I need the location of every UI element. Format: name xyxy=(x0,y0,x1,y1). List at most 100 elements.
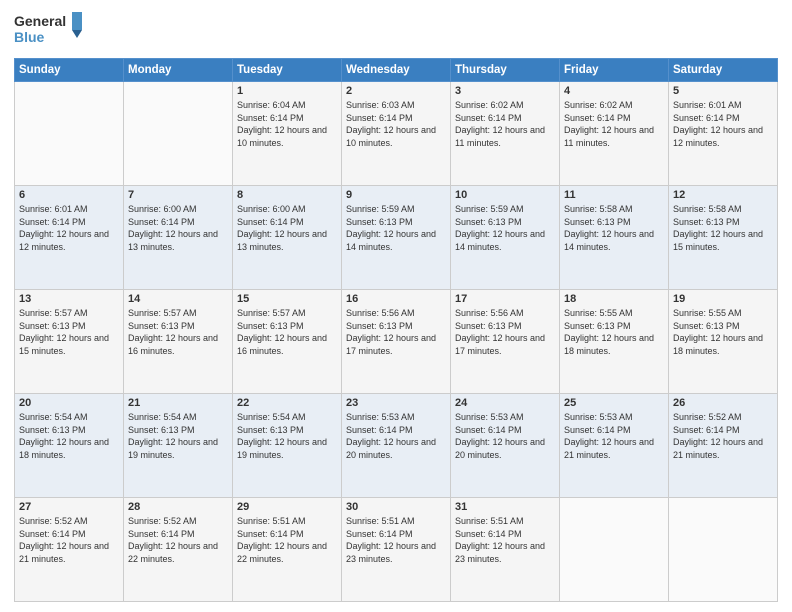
calendar-row-0: 1Sunrise: 6:04 AMSunset: 6:14 PMDaylight… xyxy=(15,82,778,186)
day-info: Sunrise: 5:57 AMSunset: 6:13 PMDaylight:… xyxy=(128,307,228,357)
calendar-cell: 24 Sunrise: 5:53 AMSunset: 6:14 PMDayligh… xyxy=(451,394,560,498)
weekday-header-sunday: Sunday xyxy=(15,59,124,82)
day-info: Sunrise: 5:51 AMSunset: 6:14 PMDaylight:… xyxy=(237,515,337,565)
calendar-cell: 7 Sunrise: 6:00 AMSunset: 6:14 PMDaylight… xyxy=(124,186,233,290)
calendar-cell: 23 Sunrise: 5:53 AMSunset: 6:14 PMDayligh… xyxy=(342,394,451,498)
day-number: 19 xyxy=(673,293,773,305)
calendar-cell: 3 Sunrise: 6:02 AMSunset: 6:14 PMDaylight… xyxy=(451,82,560,186)
calendar-cell xyxy=(15,82,124,186)
calendar-row-2: 13 Sunrise: 5:57 AMSunset: 6:13 PMDayligh… xyxy=(15,290,778,394)
weekday-header-friday: Friday xyxy=(560,59,669,82)
calendar-cell xyxy=(669,498,778,602)
day-number: 30 xyxy=(346,501,446,513)
calendar-cell: 6Sunrise: 6:01 AMSunset: 6:14 PMDaylight… xyxy=(15,186,124,290)
day-info: Sunrise: 5:58 AMSunset: 6:13 PMDaylight:… xyxy=(673,203,773,253)
calendar-cell: 14 Sunrise: 5:57 AMSunset: 6:13 PMDayligh… xyxy=(124,290,233,394)
day-info: Sunrise: 5:53 AMSunset: 6:14 PMDaylight:… xyxy=(564,411,664,461)
calendar-row-4: 27 Sunrise: 5:52 AMSunset: 6:14 PMDayligh… xyxy=(15,498,778,602)
day-info: Sunrise: 5:54 AMSunset: 6:13 PMDaylight:… xyxy=(19,411,119,461)
day-info: Sunrise: 5:59 AMSunset: 6:13 PMDaylight:… xyxy=(455,203,555,253)
day-info: Sunrise: 6:02 AMSunset: 6:14 PMDaylight:… xyxy=(455,99,555,149)
calendar-cell: 19 Sunrise: 5:55 AMSunset: 6:13 PMDayligh… xyxy=(669,290,778,394)
general-blue-logo: General Blue xyxy=(14,10,84,50)
day-number: 1 xyxy=(237,85,337,97)
day-info: Sunrise: 5:54 AMSunset: 6:13 PMDaylight:… xyxy=(128,411,228,461)
day-info: Sunrise: 5:52 AMSunset: 6:14 PMDaylight:… xyxy=(19,515,119,565)
logo-area: General Blue xyxy=(14,10,84,50)
calendar-cell: 26 Sunrise: 5:52 AMSunset: 6:14 PMDayligh… xyxy=(669,394,778,498)
weekday-header-thursday: Thursday xyxy=(451,59,560,82)
day-info: Sunrise: 6:01 AMSunset: 6:14 PMDaylight:… xyxy=(673,99,773,149)
day-info: Sunrise: 5:54 AMSunset: 6:13 PMDaylight:… xyxy=(237,411,337,461)
day-info: Sunrise: 5:52 AMSunset: 6:14 PMDaylight:… xyxy=(128,515,228,565)
day-number: 20 xyxy=(19,397,119,409)
day-number: 11 xyxy=(564,189,664,201)
calendar-cell: 4 Sunrise: 6:02 AMSunset: 6:14 PMDaylight… xyxy=(560,82,669,186)
calendar-table: SundayMondayTuesdayWednesdayThursdayFrid… xyxy=(14,58,778,602)
day-number: 31 xyxy=(455,501,555,513)
svg-text:General: General xyxy=(14,13,66,29)
day-number: 10 xyxy=(455,189,555,201)
day-number: 5 xyxy=(673,85,773,97)
calendar-cell: 5 Sunrise: 6:01 AMSunset: 6:14 PMDaylight… xyxy=(669,82,778,186)
calendar-cell: 18Sunrise: 5:55 AMSunset: 6:13 PMDayligh… xyxy=(560,290,669,394)
calendar-cell: 13 Sunrise: 5:57 AMSunset: 6:13 PMDayligh… xyxy=(15,290,124,394)
calendar-cell: 28 Sunrise: 5:52 AMSunset: 6:14 PMDayligh… xyxy=(124,498,233,602)
day-info: Sunrise: 5:56 AMSunset: 6:13 PMDaylight:… xyxy=(346,307,446,357)
day-number: 23 xyxy=(346,397,446,409)
page: General Blue SundayMondayTuesdayWednesda… xyxy=(0,0,792,612)
day-number: 14 xyxy=(128,293,228,305)
day-number: 8 xyxy=(237,189,337,201)
day-info: Sunrise: 5:56 AMSunset: 6:13 PMDaylight:… xyxy=(455,307,555,357)
day-info: Sunrise: 5:53 AMSunset: 6:14 PMDaylight:… xyxy=(455,411,555,461)
day-number: 3 xyxy=(455,85,555,97)
day-number: 12 xyxy=(673,189,773,201)
calendar-cell xyxy=(124,82,233,186)
day-number: 7 xyxy=(128,189,228,201)
calendar-cell: 10 Sunrise: 5:59 AMSunset: 6:13 PMDayligh… xyxy=(451,186,560,290)
day-number: 4 xyxy=(564,85,664,97)
day-info: Sunrise: 5:55 AMSunset: 6:13 PMDaylight:… xyxy=(564,307,664,357)
calendar-cell: 20 Sunrise: 5:54 AMSunset: 6:13 PMDayligh… xyxy=(15,394,124,498)
day-info: Sunrise: 6:02 AMSunset: 6:14 PMDaylight:… xyxy=(564,99,664,149)
day-number: 28 xyxy=(128,501,228,513)
calendar-cell: 27 Sunrise: 5:52 AMSunset: 6:14 PMDayligh… xyxy=(15,498,124,602)
weekday-header-tuesday: Tuesday xyxy=(233,59,342,82)
day-info: Sunrise: 5:57 AMSunset: 6:13 PMDaylight:… xyxy=(237,307,337,357)
calendar-cell: 16 Sunrise: 5:56 AMSunset: 6:13 PMDayligh… xyxy=(342,290,451,394)
day-number: 27 xyxy=(19,501,119,513)
weekday-row: SundayMondayTuesdayWednesdayThursdayFrid… xyxy=(15,59,778,82)
weekday-header-wednesday: Wednesday xyxy=(342,59,451,82)
svg-text:Blue: Blue xyxy=(14,29,45,45)
day-number: 2 xyxy=(346,85,446,97)
calendar-cell: 21 Sunrise: 5:54 AMSunset: 6:13 PMDayligh… xyxy=(124,394,233,498)
weekday-header-saturday: Saturday xyxy=(669,59,778,82)
day-number: 9 xyxy=(346,189,446,201)
day-info: Sunrise: 5:58 AMSunset: 6:13 PMDaylight:… xyxy=(564,203,664,253)
calendar-cell: 8Sunrise: 6:00 AMSunset: 6:14 PMDaylight… xyxy=(233,186,342,290)
day-info: Sunrise: 5:52 AMSunset: 6:14 PMDaylight:… xyxy=(673,411,773,461)
calendar-row-1: 6Sunrise: 6:01 AMSunset: 6:14 PMDaylight… xyxy=(15,186,778,290)
day-number: 21 xyxy=(128,397,228,409)
day-info: Sunrise: 5:53 AMSunset: 6:14 PMDaylight:… xyxy=(346,411,446,461)
calendar-cell: 2Sunrise: 6:03 AMSunset: 6:14 PMDaylight… xyxy=(342,82,451,186)
day-info: Sunrise: 6:00 AMSunset: 6:14 PMDaylight:… xyxy=(128,203,228,253)
day-info: Sunrise: 5:57 AMSunset: 6:13 PMDaylight:… xyxy=(19,307,119,357)
day-number: 25 xyxy=(564,397,664,409)
day-info: Sunrise: 5:51 AMSunset: 6:14 PMDaylight:… xyxy=(346,515,446,565)
weekday-header-monday: Monday xyxy=(124,59,233,82)
calendar-cell: 12 Sunrise: 5:58 AMSunset: 6:13 PMDayligh… xyxy=(669,186,778,290)
calendar-body: 1Sunrise: 6:04 AMSunset: 6:14 PMDaylight… xyxy=(15,82,778,602)
calendar-cell: 29Sunrise: 5:51 AMSunset: 6:14 PMDayligh… xyxy=(233,498,342,602)
calendar-cell: 9Sunrise: 5:59 AMSunset: 6:13 PMDaylight… xyxy=(342,186,451,290)
header: General Blue xyxy=(14,10,778,50)
day-number: 13 xyxy=(19,293,119,305)
calendar-cell: 1Sunrise: 6:04 AMSunset: 6:14 PMDaylight… xyxy=(233,82,342,186)
calendar-cell: 22Sunrise: 5:54 AMSunset: 6:13 PMDayligh… xyxy=(233,394,342,498)
day-number: 26 xyxy=(673,397,773,409)
day-number: 16 xyxy=(346,293,446,305)
calendar-cell: 25 Sunrise: 5:53 AMSunset: 6:14 PMDayligh… xyxy=(560,394,669,498)
day-number: 24 xyxy=(455,397,555,409)
calendar-cell: 17Sunrise: 5:56 AMSunset: 6:13 PMDayligh… xyxy=(451,290,560,394)
day-info: Sunrise: 5:55 AMSunset: 6:13 PMDaylight:… xyxy=(673,307,773,357)
